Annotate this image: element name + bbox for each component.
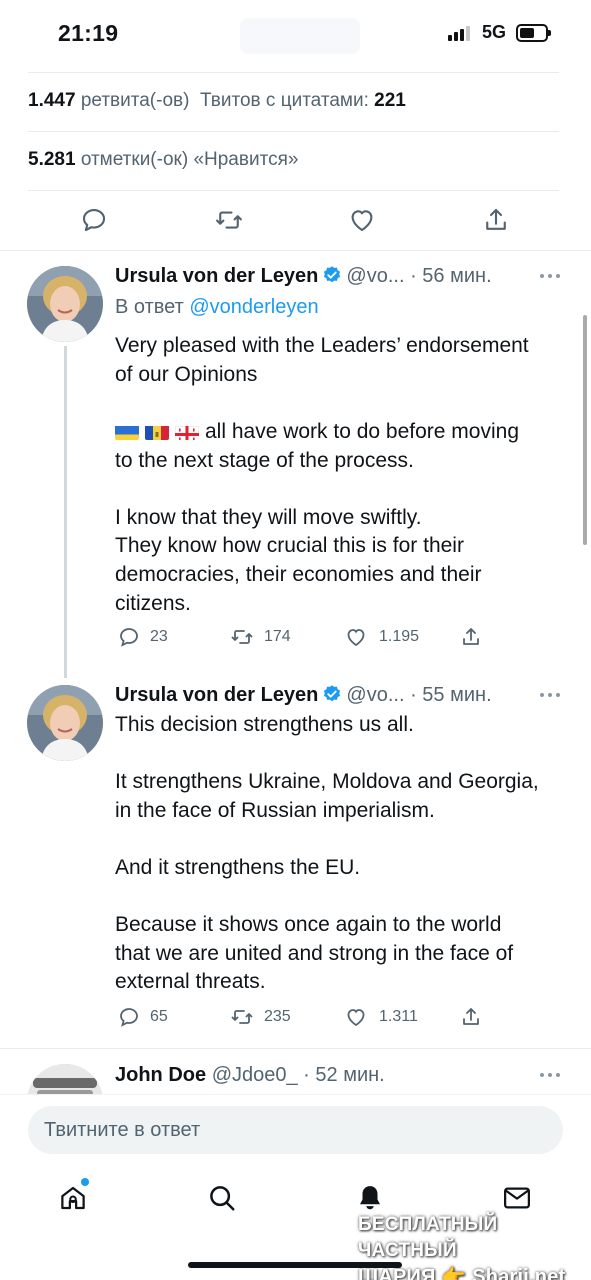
header-ghost [240,18,360,54]
tweet-author[interactable]: Ursula von der Leyen @vo... · 56 мин. [115,265,492,288]
quotes-count: 221 [374,90,406,111]
reply-icon[interactable] [116,625,142,649]
tweet-time: · 55 мин. [410,684,492,706]
retweet-stats[interactable]: 1.447 ретвита(-ов) Твитов с цитатами: 22… [28,90,406,112]
share-icon[interactable] [481,205,511,235]
messages-icon[interactable] [502,1183,532,1213]
avatar[interactable] [27,685,103,761]
verified-badge-icon [324,685,341,702]
reply-count: 65 [150,1008,168,1025]
divider [28,190,559,191]
signal-icon [448,26,470,41]
retweets-label: ретвита(-ов) [80,90,190,111]
tweet-time: · 52 мин. [303,1064,385,1086]
like-count: 1.311 [379,1008,418,1025]
home-icon[interactable] [58,1183,88,1213]
scrollbar[interactable] [583,315,587,545]
share-icon[interactable] [458,625,484,649]
retweets-count: 1.447 [28,90,76,111]
tweet-time: · 56 мин. [410,265,492,287]
reply-icon[interactable] [116,1005,142,1029]
divider [28,131,559,132]
tweet-actions: 65 235 1.311 [0,1005,591,1031]
tweet-actions: 23 174 1.195 [0,625,591,651]
new-content-dot [81,1178,89,1186]
likes-stats[interactable]: 5.281 отметки(-ок) «Нравится» [28,149,298,171]
reply-prefix: В ответ [115,296,184,318]
georgia-flag-icon [175,423,199,440]
like-icon[interactable] [343,625,369,649]
author-name: Ursula von der Leyen [115,684,319,706]
retweet-icon[interactable] [229,625,255,649]
status-time: 21:19 [58,20,119,46]
watermark-line1: БЕСПЛАТНЫЙ ЧАСТНЫЙ [358,1214,498,1261]
retweet-icon[interactable] [214,205,244,235]
reply-count: 23 [150,628,168,645]
author-name: Ursula von der Leyen [115,265,319,287]
search-icon[interactable] [207,1183,237,1213]
like-icon[interactable] [343,1005,369,1029]
network-label: 5G [482,22,507,42]
like-icon[interactable] [347,205,377,235]
reply-composer[interactable]: Твитните в ответ [28,1106,563,1154]
retweet-icon[interactable] [229,1005,255,1029]
composer-placeholder: Твитните в ответ [44,1119,201,1141]
main-action-bar [0,205,591,237]
moldova-flag-icon [145,423,169,440]
status-bar: 21:19 5G [0,0,591,70]
tweet-author[interactable]: Ursula von der Leyen @vo... · 55 мин. [115,684,492,707]
retweet-count: 174 [264,628,291,645]
tweet-text-continued: all have work to do before moving to the… [115,418,565,618]
more-options-icon[interactable] [540,274,562,280]
tweet-author[interactable]: John Doe @Jdoe0_ · 52 мин. [115,1064,385,1087]
avatar[interactable] [27,266,103,342]
more-options-icon[interactable] [540,693,562,699]
reply-context: В ответ @vonderleyen [115,296,319,319]
notifications-icon[interactable] [355,1183,385,1213]
battery-icon [516,24,551,42]
tweet-text-body: all have work to do before moving to the… [115,420,520,615]
divider [28,72,559,73]
author-handle: @Jdoe0_ [211,1064,298,1086]
divider [0,250,591,251]
watermark: БЕСПЛАТНЫЙ ЧАСТНЫЙ ШАРИЯ 👉 Sharij.net [358,1212,580,1280]
reply-to-link[interactable]: @vonderleyen [189,296,318,318]
author-handle: @vo... [346,684,405,706]
like-count: 1.195 [379,628,420,645]
author-name: John Doe [115,1064,207,1086]
retweet-count: 235 [264,1008,291,1025]
reply-icon[interactable] [79,205,109,235]
likes-label: отметки(-ок) «Нравится» [80,149,299,170]
divider [0,1048,591,1049]
verified-badge-icon [324,266,341,283]
author-handle: @vo... [346,265,405,287]
share-icon[interactable] [458,1005,484,1029]
quotes-label: Твитов с цитатами: [200,90,369,111]
home-indicator[interactable] [188,1262,402,1268]
ukraine-flag-icon [115,423,139,440]
more-options-icon[interactable] [540,1073,562,1079]
tweet-text: This decision strengthens us all. It str… [115,713,539,994]
likes-count: 5.281 [28,149,76,170]
tweet-text: Very pleased with the Leaders’ endorseme… [115,334,529,386]
